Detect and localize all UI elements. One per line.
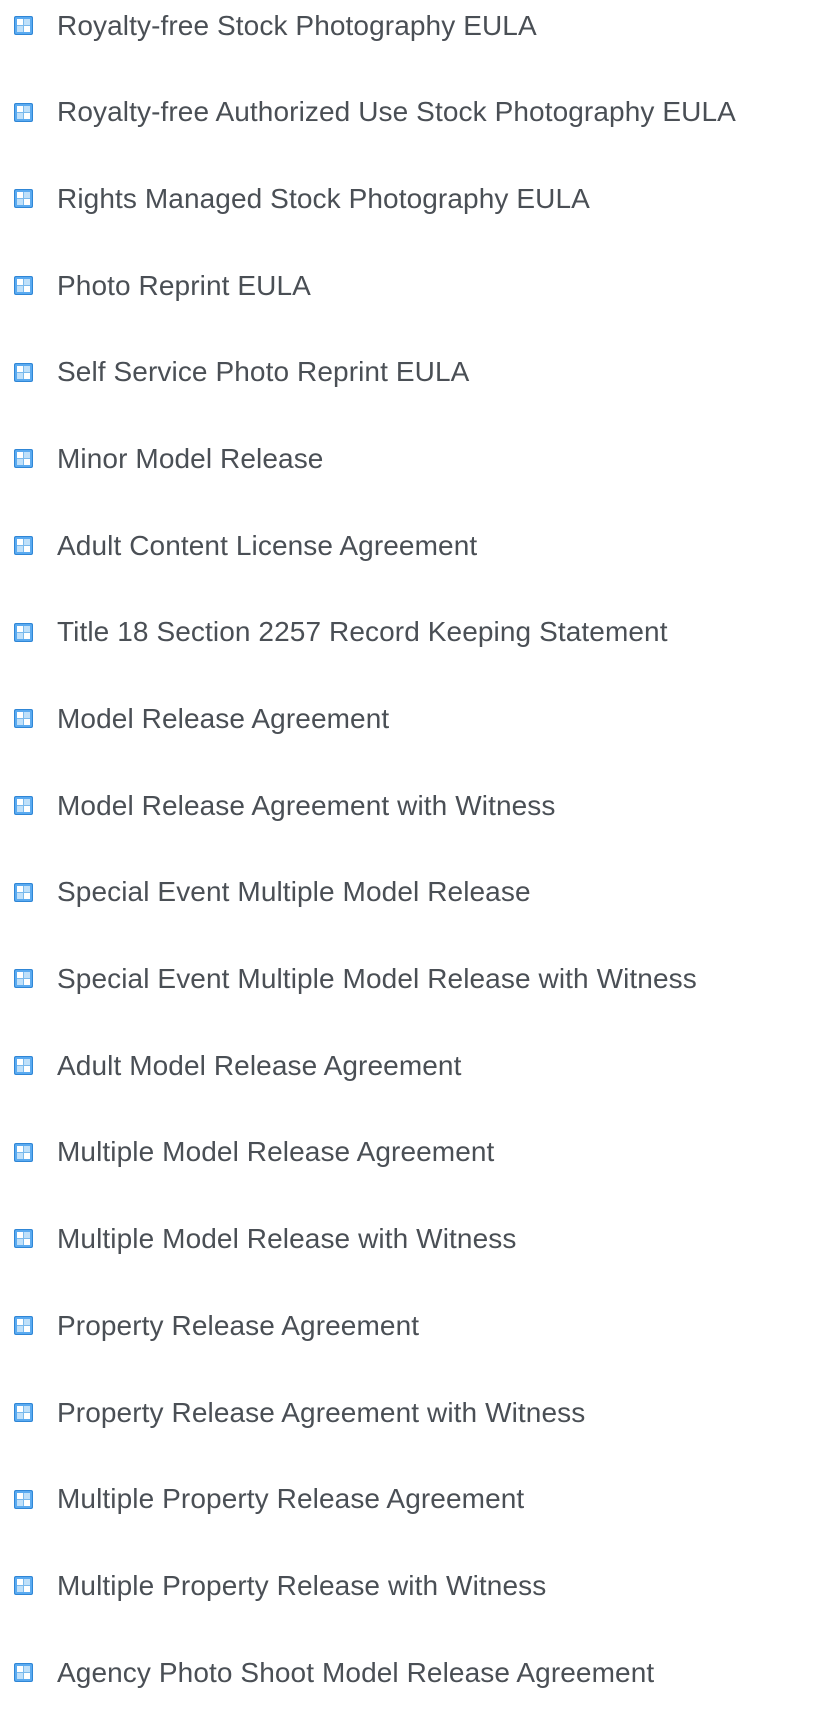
list-item[interactable]: Photo Reprint EULA [0,242,817,329]
list-item[interactable]: Royalty-free Authorized Use Stock Photog… [0,69,817,156]
document-link[interactable]: Property Release Agreement with Witness [57,1396,585,1430]
list-item[interactable]: Multiple Property Release Agreement [0,1456,817,1543]
list-item[interactable]: Multiple Property Release with Witness [0,1542,817,1629]
document-template-icon [14,1056,33,1076]
document-template-icon [14,1142,33,1162]
document-link[interactable]: Multiple Property Release Agreement [57,1482,524,1516]
list-item[interactable]: Special Event Multiple Model Release [0,849,817,936]
document-template-icon [14,1576,33,1596]
document-list: Royalty-free Stock Photography EULA Roya… [0,0,817,1716]
document-template-icon [14,449,33,469]
document-template-icon [14,362,33,382]
document-link[interactable]: Special Event Multiple Model Release [57,875,531,909]
list-item[interactable]: Model Release Agreement [0,676,817,763]
list-item[interactable]: Title 18 Section 2257 Record Keeping Sta… [0,589,817,676]
list-item[interactable]: Property Release Agreement with Witness [0,1369,817,1456]
document-link[interactable]: Property Release Agreement [57,1309,419,1343]
list-item[interactable]: Special Event Multiple Model Release wit… [0,936,817,1023]
document-template-icon [14,1402,33,1422]
document-link[interactable]: Minor Model Release [57,442,323,476]
list-item[interactable]: Self Service Photo Reprint EULA [0,329,817,416]
document-template-icon [14,535,33,555]
document-link[interactable]: Multiple Model Release Agreement [57,1135,494,1169]
document-link[interactable]: Special Event Multiple Model Release wit… [57,962,697,996]
document-template-icon [14,1229,33,1249]
list-item[interactable]: Minor Model Release [0,415,817,502]
document-link[interactable]: Model Release Agreement with Witness [57,789,556,823]
document-link[interactable]: Agency Photo Shoot Model Release Agreeme… [57,1656,654,1690]
document-template-icon [14,709,33,729]
document-link[interactable]: Photo Reprint EULA [57,269,311,303]
list-item[interactable]: Adult Model Release Agreement [0,1022,817,1109]
list-item[interactable]: Adult Content License Agreement [0,502,817,589]
document-template-icon [14,796,33,816]
document-link[interactable]: Adult Model Release Agreement [57,1049,461,1083]
document-template-icon [14,1662,33,1682]
document-link[interactable]: Self Service Photo Reprint EULA [57,355,469,389]
list-item[interactable]: Rights Managed Stock Photography EULA [0,155,817,242]
document-template-icon [14,15,33,35]
document-template-icon [14,275,33,295]
document-link[interactable]: Royalty-free Stock Photography EULA [57,9,537,43]
list-item[interactable]: Property Release Agreement [0,1282,817,1369]
document-link[interactable]: Adult Content License Agreement [57,529,477,563]
document-link[interactable]: Royalty-free Authorized Use Stock Photog… [57,95,736,129]
document-link[interactable]: Model Release Agreement [57,702,389,736]
list-item[interactable]: Multiple Model Release with Witness [0,1196,817,1283]
document-template-icon [14,882,33,902]
document-template-icon [14,969,33,989]
document-link[interactable]: Multiple Property Release with Witness [57,1569,546,1603]
list-item[interactable]: Royalty-free Stock Photography EULA [0,0,817,69]
document-template-icon [14,102,33,122]
document-template-icon [14,1489,33,1509]
list-item[interactable]: Model Release Agreement with Witness [0,762,817,849]
document-template-icon [14,622,33,642]
document-template-icon [14,1316,33,1336]
document-link[interactable]: Multiple Model Release with Witness [57,1222,516,1256]
list-item[interactable]: Agency Photo Shoot Model Release Agreeme… [0,1629,817,1716]
document-template-icon [14,189,33,209]
document-link[interactable]: Title 18 Section 2257 Record Keeping Sta… [57,615,668,649]
document-link[interactable]: Rights Managed Stock Photography EULA [57,182,590,216]
list-item[interactable]: Multiple Model Release Agreement [0,1109,817,1196]
